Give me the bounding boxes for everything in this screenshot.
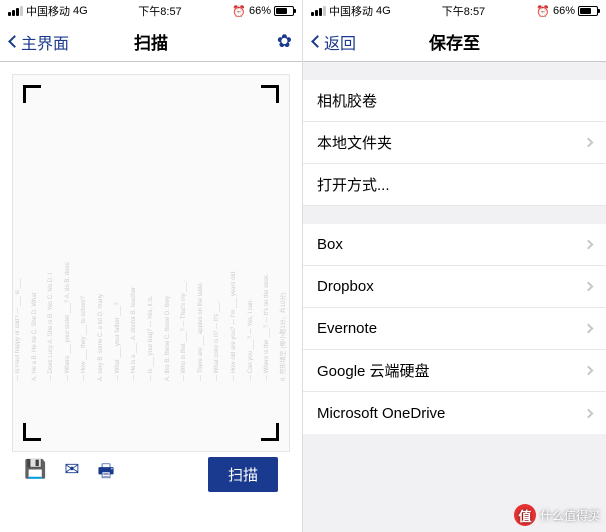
list-item-label: Box <box>317 236 343 253</box>
network-label: 4G <box>73 5 88 17</box>
crop-corner-bl[interactable] <box>23 423 41 441</box>
watermark-text: 什么值得买 <box>540 507 600 524</box>
document-text-hint: 《貌似英语》1A 试卷 (U1-U10) — Is Paul happy or … <box>12 145 290 381</box>
gear-icon[interactable]: ✿ <box>277 31 292 52</box>
nav-bar: 返回 保存至 <box>303 22 606 62</box>
list-item-label: Evernote <box>317 320 377 337</box>
list-item-local-folder[interactable]: 本地文件夹 <box>303 122 606 164</box>
crop-corner-tl[interactable] <box>23 85 41 103</box>
list-item-dropbox[interactable]: Dropbox <box>303 266 606 308</box>
list-item-label: Google 云端硬盘 <box>317 360 430 381</box>
bottom-toolbar: 💾 ✉ 🖶 扫描 <box>12 452 290 492</box>
page-title: 保存至 <box>429 29 480 54</box>
battery-icon <box>578 6 598 16</box>
list-item-label: Microsoft OneDrive <box>317 405 445 422</box>
scan-area: 《貌似英语》1A 试卷 (U1-U10) — Is Paul happy or … <box>0 62 302 492</box>
chevron-left-icon <box>311 35 324 48</box>
chevron-right-icon <box>584 366 594 376</box>
crop-corner-tr[interactable] <box>261 85 279 103</box>
chevron-right-icon <box>584 138 594 148</box>
alarm-icon: ⏰ <box>536 5 550 18</box>
list-item-label: 打开方式... <box>317 174 390 195</box>
status-bar: 中国移动 4G 下午8:57 ⏰ 66% <box>303 0 606 22</box>
chevron-right-icon <box>584 324 594 334</box>
list-item-evernote[interactable]: Evernote <box>303 308 606 350</box>
list-item-camera-roll[interactable]: 相机胶卷 <box>303 80 606 122</box>
mail-icon[interactable]: ✉ <box>64 459 79 489</box>
chevron-right-icon <box>584 408 594 418</box>
list-item-label: Dropbox <box>317 278 374 295</box>
list-item-label: 相机胶卷 <box>317 90 377 111</box>
time-label: 下午8:57 <box>442 3 485 19</box>
list-item-label: 本地文件夹 <box>317 132 392 153</box>
back-button[interactable]: 主界面 <box>10 30 69 54</box>
carrier-label: 中国移动 <box>329 3 373 19</box>
scan-screen: 中国移动 4G 下午8:57 ⏰ 66% 主界面 扫描 ✿ <box>0 0 303 532</box>
watermark-badge: 值 <box>514 504 536 526</box>
chevron-left-icon <box>8 35 21 48</box>
battery-icon <box>274 6 294 16</box>
print-icon[interactable]: 🖶 <box>98 459 115 489</box>
scan-button[interactable]: 扫描 <box>208 457 278 492</box>
list-item-onedrive[interactable]: Microsoft OneDrive <box>303 392 606 434</box>
status-bar: 中国移动 4G 下午8:57 ⏰ 66% <box>0 0 302 22</box>
time-label: 下午8:57 <box>138 3 181 19</box>
battery-pct: 66% <box>249 5 271 17</box>
save-destination-list: 相机胶卷 本地文件夹 打开方式... Box Dropbox Evernote <box>303 62 606 532</box>
list-item-box[interactable]: Box <box>303 224 606 266</box>
save-icon[interactable]: 💾 <box>24 459 46 489</box>
carrier-label: 中国移动 <box>26 3 70 19</box>
list-item-open-with[interactable]: 打开方式... <box>303 164 606 206</box>
crop-corner-br[interactable] <box>261 423 279 441</box>
list-item-google-drive[interactable]: Google 云端硬盘 <box>303 350 606 392</box>
chevron-right-icon <box>584 240 594 250</box>
save-to-screen: 中国移动 4G 下午8:57 ⏰ 66% 返回 保存至 相机胶卷 <box>303 0 606 532</box>
alarm-icon: ⏰ <box>232 5 246 18</box>
battery-pct: 66% <box>553 5 575 17</box>
back-button[interactable]: 返回 <box>313 30 356 54</box>
signal-icon <box>311 6 326 16</box>
document-preview[interactable]: 《貌似英语》1A 试卷 (U1-U10) — Is Paul happy or … <box>12 74 290 452</box>
network-label: 4G <box>376 5 391 17</box>
watermark: 值 什么值得买 <box>514 504 600 526</box>
signal-icon <box>8 6 23 16</box>
back-label: 主界面 <box>21 30 69 54</box>
back-label: 返回 <box>324 30 356 54</box>
page-title: 扫描 <box>134 29 168 54</box>
nav-bar: 主界面 扫描 ✿ <box>0 22 302 62</box>
chevron-right-icon <box>584 282 594 292</box>
